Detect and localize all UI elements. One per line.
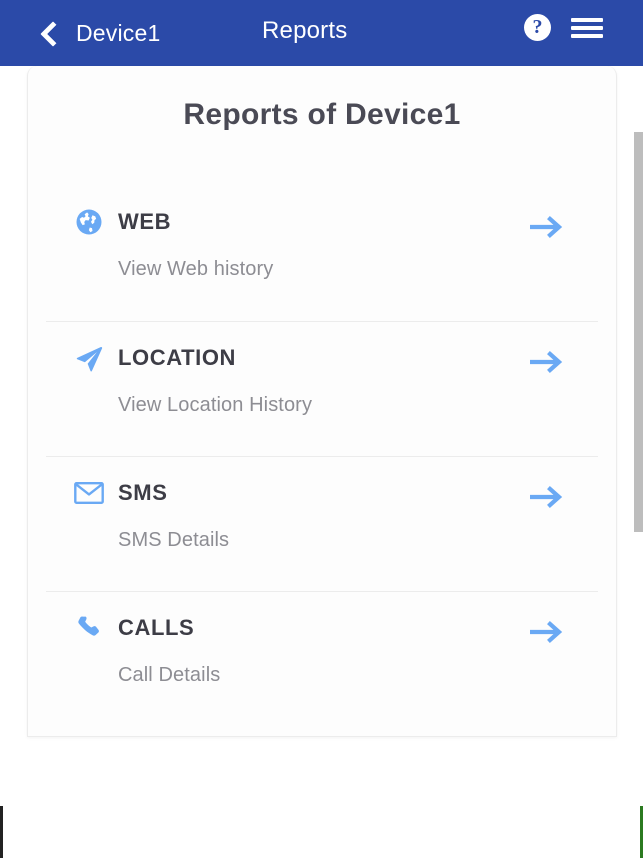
report-label: LOCATION <box>118 345 237 370</box>
arrow-right-icon[interactable] <box>529 349 564 375</box>
app-header: Device1 Reports ? <box>0 0 643 66</box>
navigation-arrow-icon <box>74 343 104 373</box>
header-actions: ? <box>524 14 603 41</box>
report-row-calls[interactable]: CALLS Call Details <box>28 591 616 726</box>
menu-bar-1 <box>571 17 603 22</box>
envelope-icon <box>74 478 104 508</box>
phone-icon <box>74 613 104 643</box>
help-circle-icon[interactable]: ? <box>524 14 551 41</box>
reports-list: WEB View Web history LOCATION View Locat… <box>28 186 616 726</box>
report-label: WEB <box>118 209 172 234</box>
arrow-right-icon[interactable] <box>529 214 564 240</box>
report-label: CALLS <box>118 615 195 640</box>
device-label: Device1 <box>76 19 161 46</box>
report-row-web[interactable]: WEB View Web history <box>28 186 616 321</box>
report-subtitle: View Web history <box>118 258 274 280</box>
card-title: Reports of Device1 <box>183 98 461 131</box>
report-subtitle: Call Details <box>118 664 221 686</box>
reports-card: Reports of Device1 WEB View Web history … <box>27 66 617 737</box>
page-title: Reports <box>262 17 348 44</box>
report-subtitle: SMS Details <box>118 529 230 551</box>
arrow-right-icon[interactable] <box>529 619 564 645</box>
report-label: SMS <box>118 480 168 505</box>
globe-icon <box>74 207 104 237</box>
app-root: Device1 Reports ? Reports of Device1 WEB… <box>0 0 643 858</box>
page-scrollbar-track[interactable] <box>634 66 643 858</box>
report-subtitle: View Location History <box>118 394 313 416</box>
menu-bar-3 <box>571 33 603 38</box>
left-edge-marker <box>0 806 3 858</box>
chevron-left-icon <box>40 20 60 46</box>
report-row-location[interactable]: LOCATION View Location History <box>28 321 616 456</box>
menu-bar-2 <box>571 25 603 30</box>
arrow-right-icon[interactable] <box>529 484 564 510</box>
report-row-sms[interactable]: SMS SMS Details <box>28 456 616 591</box>
back-button[interactable]: Device1 <box>40 20 161 47</box>
hamburger-menu-icon[interactable] <box>571 16 603 40</box>
page-scrollbar-thumb[interactable] <box>634 132 643 532</box>
